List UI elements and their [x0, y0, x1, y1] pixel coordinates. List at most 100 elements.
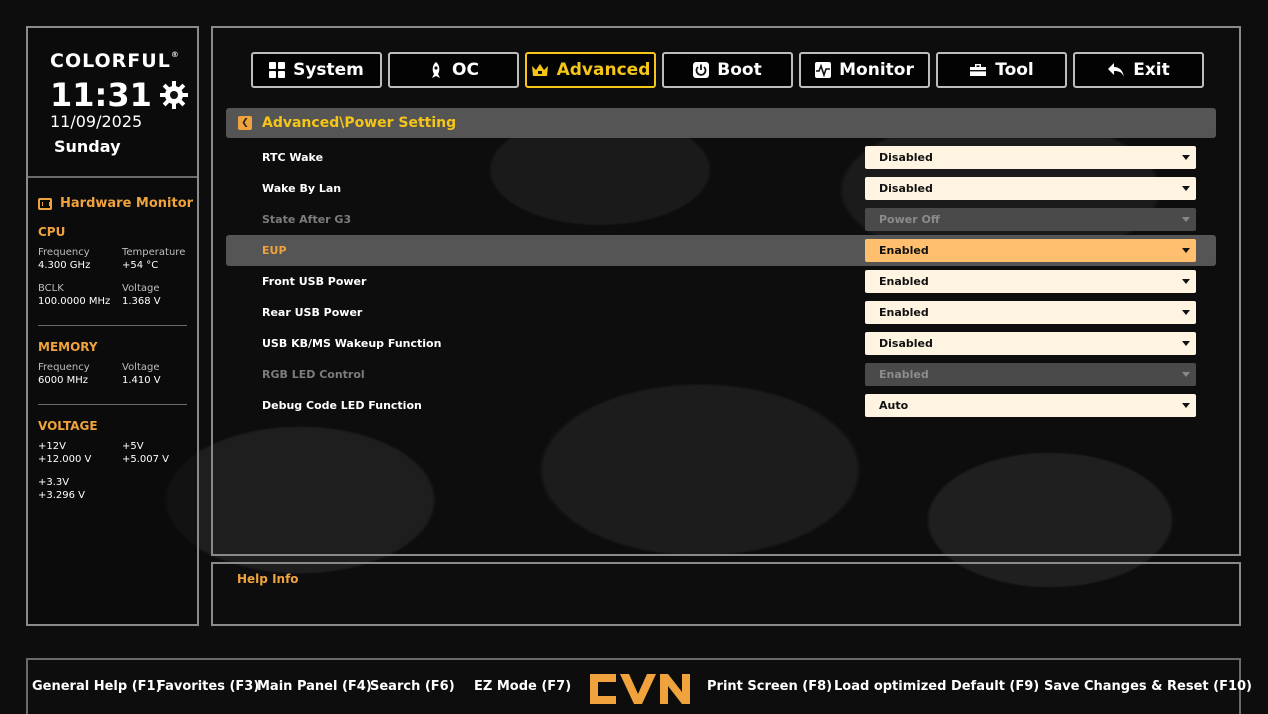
v12-label: +12V: [38, 441, 66, 452]
tab-label: Monitor: [839, 60, 914, 80]
setting-label: Wake By Lan: [262, 182, 342, 195]
dropdown-value: Enabled: [879, 244, 929, 257]
setting-state-after-g3: State After G3 Power Off: [226, 204, 1216, 235]
chevron-down-icon: [1182, 279, 1190, 284]
clock-section: COLORFUL® 11:31 11/09/2025 Sunday: [28, 28, 197, 178]
tab-label: OC: [452, 60, 479, 80]
gear-icon[interactable]: [158, 79, 190, 111]
setting-dropdown: Power Off: [865, 208, 1196, 231]
main-panel-button[interactable]: Main Panel (F4): [257, 679, 372, 694]
back-arrow-icon: [1108, 63, 1125, 77]
search-button[interactable]: Search (F6): [370, 679, 455, 694]
setting-label: Rear USB Power: [262, 306, 363, 319]
help-title: Help Info: [237, 572, 299, 586]
tab-label: Exit: [1133, 60, 1170, 80]
setting-usb-kbms-wakeup[interactable]: USB KB/MS Wakeup Function Disabled: [226, 328, 1216, 359]
setting-dropdown[interactable]: Enabled: [865, 301, 1196, 324]
dropdown-value: Disabled: [879, 182, 933, 195]
cpu-title: CPU: [38, 225, 66, 239]
rocket-icon: [432, 62, 441, 78]
cpu-temperature-value: +54 °C: [122, 260, 159, 271]
breadcrumb-text: Advanced\Power Setting: [262, 115, 457, 131]
setting-label: State After G3: [262, 213, 352, 226]
tab-label: Advanced: [556, 60, 651, 80]
chevron-down-icon: [1182, 248, 1190, 253]
help-panel: Help Info: [211, 562, 1241, 626]
cpu-voltage-value: 1.368 V: [122, 296, 161, 307]
setting-dropdown[interactable]: Disabled: [865, 177, 1196, 200]
tab-boot[interactable]: Boot: [662, 52, 793, 88]
setting-dropdown[interactable]: Auto: [865, 394, 1196, 417]
toolbox-icon: [970, 64, 987, 76]
chevron-down-icon: [1182, 217, 1190, 222]
memory-title: MEMORY: [38, 340, 98, 354]
setting-dropdown[interactable]: Enabled: [865, 270, 1196, 293]
setting-eup[interactable]: EUP Enabled: [226, 235, 1216, 266]
back-icon[interactable]: ❮: [238, 116, 252, 130]
voltage-title: VOLTAGE: [38, 419, 98, 433]
tab-advanced[interactable]: Advanced: [525, 52, 656, 88]
cpu-voltage-label: Voltage: [122, 283, 160, 294]
clock-time: 11:31: [50, 76, 152, 114]
general-help-button[interactable]: General Help (F1): [32, 679, 162, 694]
setting-label: RGB LED Control: [262, 368, 365, 381]
tab-bar: System OC Advanced Boot Monitor Tool Exi…: [251, 52, 1204, 88]
tab-label: System: [293, 60, 364, 80]
cpu-temperature-label: Temperature: [122, 247, 186, 258]
cpu-section: CPU Frequency Temperature 4.300 GHz +54 …: [28, 225, 197, 317]
memory-voltage-label: Voltage: [122, 362, 160, 373]
setting-label: Front USB Power: [262, 275, 367, 288]
pulse-icon: [815, 62, 832, 78]
footer-bar: General Help (F1) Favorites (F3) Main Pa…: [26, 658, 1252, 714]
breadcrumb: ❮ Advanced\Power Setting: [226, 108, 1216, 138]
dropdown-value: Auto: [879, 399, 909, 412]
cpu-bclk-label: BCLK: [38, 283, 64, 294]
cpu-frequency-label: Frequency: [38, 247, 90, 258]
save-reset-button[interactable]: Save Changes & Reset (F10): [1044, 679, 1252, 694]
dropdown-value: Enabled: [879, 275, 929, 288]
setting-debug-code-led[interactable]: Debug Code LED Function Auto: [226, 390, 1216, 421]
load-default-button[interactable]: Load optimized Default (F9): [834, 679, 1039, 694]
tab-exit[interactable]: Exit: [1073, 52, 1204, 88]
chevron-down-icon: [1182, 186, 1190, 191]
setting-dropdown[interactable]: Enabled: [865, 239, 1196, 262]
dropdown-value: Disabled: [879, 337, 933, 350]
voltage-section: VOLTAGE +12V +5V +12.000 V +5.007 V +3.3…: [28, 419, 197, 511]
chevron-down-icon: [1182, 403, 1190, 408]
brand-logo: COLORFUL®: [50, 50, 180, 72]
setting-label: Debug Code LED Function: [262, 399, 422, 412]
memory-frequency-value: 6000 MHz: [38, 375, 89, 386]
setting-dropdown: Enabled: [865, 363, 1196, 386]
clock-date: 11/09/2025: [50, 112, 143, 131]
hardware-monitor-header: Hardware Monitor: [28, 178, 197, 211]
v5-label: +5V: [122, 441, 144, 452]
dropdown-value: Disabled: [879, 151, 933, 164]
divider: [38, 325, 187, 326]
tab-oc[interactable]: OC: [388, 52, 519, 88]
tab-system[interactable]: System: [251, 52, 382, 88]
setting-label: USB KB/MS Wakeup Function: [262, 337, 442, 350]
favorites-button[interactable]: Favorites (F3): [157, 679, 259, 694]
chevron-down-icon: [1182, 155, 1190, 160]
setting-wake-by-lan[interactable]: Wake By Lan Disabled: [226, 173, 1216, 204]
chevron-down-icon: [1182, 372, 1190, 377]
chevron-down-icon: [1182, 310, 1190, 315]
settings-list: RTC Wake Disabled Wake By Lan Disabled S…: [226, 142, 1216, 421]
dropdown-value: Power Off: [879, 213, 940, 226]
hardware-monitor-title: Hardware Monitor: [60, 196, 194, 211]
setting-rear-usb-power[interactable]: Rear USB Power Enabled: [226, 297, 1216, 328]
setting-rtc-wake[interactable]: RTC Wake Disabled: [226, 142, 1216, 173]
memory-voltage-value: 1.410 V: [122, 375, 161, 386]
divider: [38, 404, 187, 405]
tab-label: Boot: [717, 60, 762, 80]
tab-monitor[interactable]: Monitor: [799, 52, 930, 88]
setting-dropdown[interactable]: Disabled: [865, 146, 1196, 169]
setting-front-usb-power[interactable]: Front USB Power Enabled: [226, 266, 1216, 297]
tab-tool[interactable]: Tool: [936, 52, 1067, 88]
tab-label: Tool: [995, 60, 1034, 80]
cpu-frequency-value: 4.300 GHz: [38, 260, 91, 271]
print-screen-button[interactable]: Print Screen (F8): [707, 679, 832, 694]
ez-mode-button[interactable]: EZ Mode (F7): [474, 679, 571, 694]
setting-dropdown[interactable]: Disabled: [865, 332, 1196, 355]
dropdown-value: Enabled: [879, 306, 929, 319]
